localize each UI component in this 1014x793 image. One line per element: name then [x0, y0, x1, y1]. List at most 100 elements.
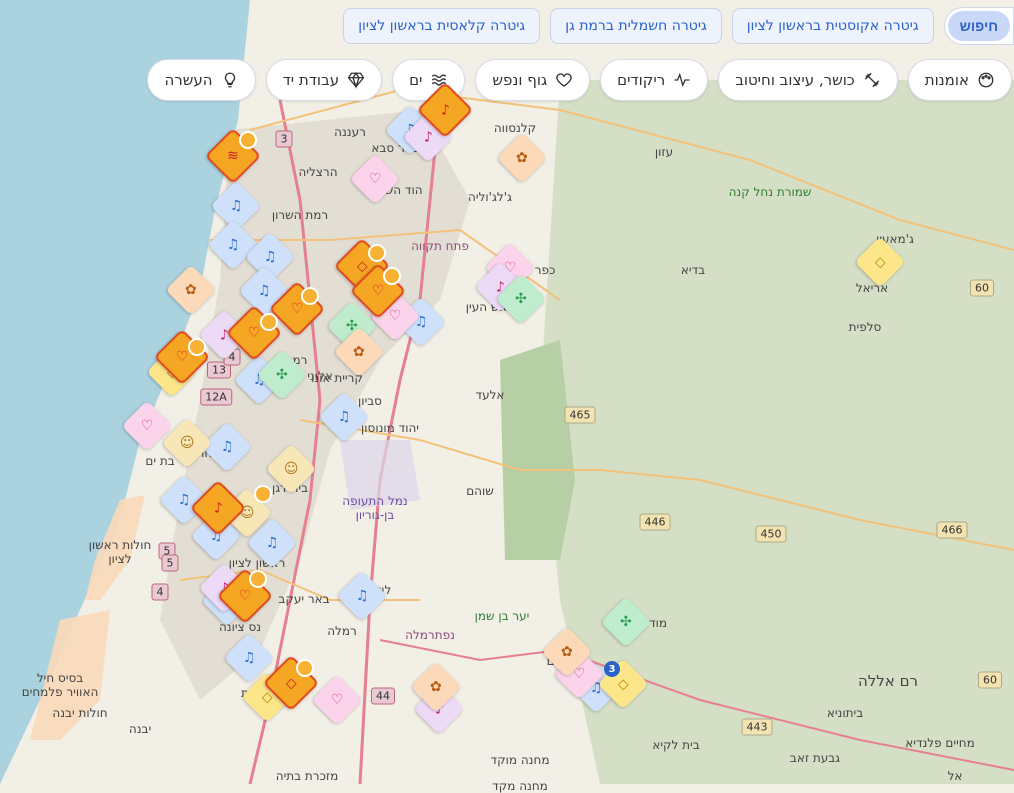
place-label: רמלה	[327, 624, 357, 638]
category-dance[interactable]: ריקודים	[600, 59, 709, 101]
place-label: באר יעקב	[278, 592, 330, 606]
road-shield: 44	[371, 687, 395, 705]
featured-star-icon	[249, 570, 267, 588]
category-label: כושר, עיצוב וחיטוב	[735, 71, 855, 89]
lightbulb-icon	[224, 72, 235, 88]
category-label: ריקודים	[617, 71, 666, 89]
place-label: ג'לג'וליה	[468, 190, 512, 204]
category-label: ים	[409, 71, 423, 89]
gem-icon: ◇	[874, 254, 886, 270]
featured-star-icon	[254, 485, 272, 503]
category-label: גוף ונפש	[492, 71, 548, 89]
category-fitness[interactable]: כושר, עיצוב וחיטוב	[718, 59, 898, 101]
place-label: אלעד	[475, 388, 505, 402]
palette-icon: ✿	[185, 281, 197, 298]
road-shield: 450	[755, 525, 787, 543]
heart-icon: ♡	[371, 283, 385, 299]
place-label: רם אללה	[857, 672, 919, 690]
place-label: מחנה מקד	[492, 779, 548, 793]
place-label: יבנה	[128, 722, 152, 736]
featured-star-icon	[296, 659, 314, 677]
place-label: הרצליה	[298, 165, 338, 179]
dumbbell-icon	[864, 72, 879, 88]
search-button[interactable]: חיפוש	[947, 11, 1010, 41]
dancer-icon: ♪	[213, 500, 223, 516]
palette-icon	[978, 72, 994, 88]
people-icon: ☺	[283, 460, 299, 477]
category-handcraft[interactable]: עבודת יד	[265, 59, 383, 101]
cluster-count-badge: 3	[604, 661, 620, 677]
heart-icon: ♡	[368, 171, 382, 187]
dancer-icon: ♪	[219, 327, 229, 343]
dumbbell-icon: ✣	[620, 613, 632, 630]
palette-icon: ✿	[430, 678, 442, 695]
top-bar: חיפוש גיטרה אקוסטית בראשון לציון גיטרה ח…	[343, 6, 1014, 46]
map-canvas[interactable]	[0, 0, 1014, 784]
place-label: פתח תקווה	[411, 239, 469, 253]
featured-star-icon	[188, 338, 206, 356]
category-body-mind[interactable]: גוף ונפש	[475, 59, 591, 101]
place-label: נפתרמלה	[405, 628, 455, 642]
search-wrapper: חיפוש	[943, 7, 1014, 45]
category-enrichment[interactable]: העשרה	[147, 59, 256, 101]
music-note-icon: ♫	[337, 409, 351, 425]
gem-icon: ◇	[261, 689, 273, 705]
place-label: ביתוניא	[826, 706, 864, 720]
dancer-icon: ♪	[423, 129, 433, 145]
featured-star-icon	[383, 267, 401, 285]
music-note-icon: ♫	[355, 588, 369, 604]
palette-icon: ✿	[516, 149, 528, 166]
place-label: מחנה מוקד	[490, 753, 550, 767]
place-label: יער בן שמן	[474, 609, 530, 623]
place-label: כפר	[534, 263, 556, 277]
suggestion-chip[interactable]: גיטרה אקוסטית בראשון לציון	[731, 8, 934, 44]
music-note-icon: ♫	[177, 492, 191, 508]
music-note-icon: ♫	[226, 237, 240, 253]
place-label: בדיא	[680, 263, 706, 277]
place-label: אל	[947, 769, 963, 783]
place-label: עזון	[654, 145, 674, 159]
music-note-icon: ♫	[220, 439, 234, 455]
place-label: חולות ראשון לציון	[88, 538, 152, 566]
dancer-icon: ♪	[440, 102, 450, 118]
place-label: בת ים	[145, 454, 175, 468]
gem-icon: ◇	[617, 676, 629, 692]
category-art[interactable]: אומנות	[907, 59, 1012, 101]
road-shield: 465	[564, 406, 596, 424]
heart-icon: ♡	[388, 308, 402, 324]
category-label: העשרה	[164, 71, 213, 89]
heart-icon: ♡	[247, 325, 261, 341]
gem-icon: ◇	[356, 258, 368, 274]
pulse-icon	[674, 72, 690, 88]
suggestion-chip[interactable]: גיטרה קלאסית בראשון לציון	[343, 8, 541, 44]
category-label: עבודת יד	[282, 71, 340, 89]
heart-icon: ♡	[238, 588, 252, 604]
category-bar: אומנות כושר, עיצוב וחיטוב ריקודים גוף ונ…	[104, 59, 1012, 101]
people-icon: ☺	[179, 434, 195, 451]
road-shield: 446	[639, 513, 671, 531]
road-shield: 443	[741, 718, 773, 736]
place-label: גבעת זאב	[789, 751, 841, 765]
music-note-icon: ♫	[263, 249, 277, 265]
heart-icon: ♡	[140, 418, 154, 434]
palette-icon: ✿	[561, 643, 573, 660]
heart-icon: ♡	[330, 692, 344, 708]
palette-icon: ✿	[353, 343, 365, 360]
road-shield: 5	[161, 554, 179, 572]
music-note-icon: ♫	[229, 198, 243, 214]
place-label: סביון	[358, 394, 382, 408]
road-shield: 4	[151, 583, 169, 601]
suggestion-chip[interactable]: גיטרה חשמלית ברמת גן	[550, 8, 722, 44]
waves-icon: ≋	[227, 147, 239, 164]
place-label: אלוני	[307, 369, 333, 383]
place-label: שמורת נחל קנה	[728, 185, 812, 199]
dumbbell-icon: ✣	[515, 290, 527, 307]
road-shield: 60	[978, 671, 1002, 689]
place-label: מזכרת בתיה	[275, 769, 339, 783]
dumbbell-icon: ✣	[276, 366, 288, 383]
featured-star-icon	[260, 313, 278, 331]
place-label: רעננה	[334, 125, 366, 139]
place-label: קלנסווה	[493, 121, 537, 135]
road-shield: 12A	[200, 388, 232, 406]
place-label: סלפית	[848, 320, 882, 334]
